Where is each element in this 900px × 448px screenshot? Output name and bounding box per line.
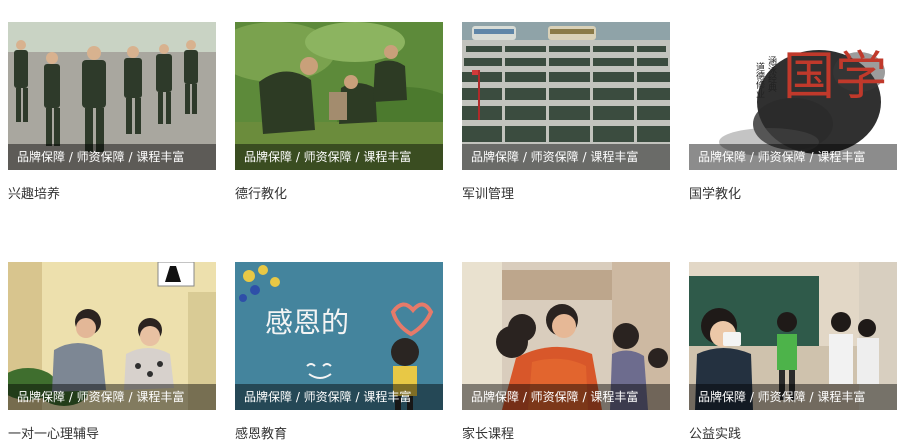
feature-tagline: 品牌保障 / 师资保障 / 课程丰富 — [8, 384, 216, 410]
military-drill-photo[interactable]: 品牌保障 / 师资保障 / 课程丰富 — [462, 22, 670, 170]
card-interest-cultivation[interactable]: 品牌保障 / 师资保障 / 课程丰富 兴趣培养 — [8, 22, 216, 202]
parent-hug-photo[interactable]: 品牌保障 / 师资保障 / 课程丰富 — [462, 262, 670, 410]
feature-tagline: 品牌保障 / 师资保障 / 课程丰富 — [8, 144, 216, 170]
card-title[interactable]: 一对一心理辅导 — [8, 423, 216, 442]
feature-tagline: 品牌保障 / 师资保障 / 课程丰富 — [462, 384, 670, 410]
card-sinology-education[interactable]: 国学 涵泳经典 道德修业 品牌保障 / 师资保障 / 课程丰富 国学教化 — [689, 22, 897, 202]
card-gratitude-education[interactable]: 感恩的 品牌保障 / 师资保障 / 课程丰富 感恩教育 — [235, 262, 443, 442]
feature-tagline: 品牌保障 / 师资保障 / 课程丰富 — [235, 384, 443, 410]
calligraphy-ink-art[interactable]: 国学 涵泳经典 道德修业 品牌保障 / 师资保障 / 课程丰富 — [689, 22, 897, 170]
classroom-volunteer-photo[interactable]: 品牌保障 / 师资保障 / 课程丰富 — [689, 262, 897, 410]
calligraphy-main-text: 国学 — [783, 47, 887, 107]
card-title[interactable]: 公益实践 — [689, 423, 897, 442]
feature-tagline: 品牌保障 / 师资保障 / 课程丰富 — [462, 144, 670, 170]
card-military-management[interactable]: 品牌保障 / 师资保障 / 课程丰富 军训管理 — [462, 22, 670, 202]
card-psychological-counseling[interactable]: 品牌保障 / 师资保障 / 课程丰富 一对一心理辅导 — [8, 262, 216, 442]
farm-work-photo[interactable]: 品牌保障 / 师资保障 / 课程丰富 — [235, 22, 443, 170]
card-parent-courses[interactable]: 品牌保障 / 师资保障 / 课程丰富 家长课程 — [462, 262, 670, 442]
card-title[interactable]: 家长课程 — [462, 423, 670, 442]
feature-tagline: 品牌保障 / 师资保障 / 课程丰富 — [689, 384, 897, 410]
card-title[interactable]: 感恩教育 — [235, 423, 443, 442]
card-title[interactable]: 兴趣培养 — [8, 183, 216, 202]
card-public-welfare-practice[interactable]: 品牌保障 / 师资保障 / 课程丰富 公益实践 — [689, 262, 897, 442]
card-title[interactable]: 军训管理 — [462, 183, 670, 202]
gratitude-text: 感恩的 — [265, 306, 349, 339]
counseling-session-photo[interactable]: 品牌保障 / 师资保障 / 课程丰富 — [8, 262, 216, 410]
calligraphy-side-text-1: 涵泳经典 — [766, 56, 777, 93]
card-title[interactable]: 德行教化 — [235, 183, 443, 202]
martial-arts-training-photo[interactable]: 品牌保障 / 师资保障 / 课程丰富 — [8, 22, 216, 170]
feature-tagline: 品牌保障 / 师资保障 / 课程丰富 — [689, 144, 897, 170]
calligraphy-side-text-2: 道德修业 — [754, 61, 765, 98]
card-title[interactable]: 国学教化 — [689, 183, 897, 202]
gratitude-illustration[interactable]: 感恩的 品牌保障 / 师资保障 / 课程丰富 — [235, 262, 443, 410]
card-moral-education[interactable]: 品牌保障 / 师资保障 / 课程丰富 德行教化 — [235, 22, 443, 202]
feature-tagline: 品牌保障 / 师资保障 / 课程丰富 — [235, 144, 443, 170]
